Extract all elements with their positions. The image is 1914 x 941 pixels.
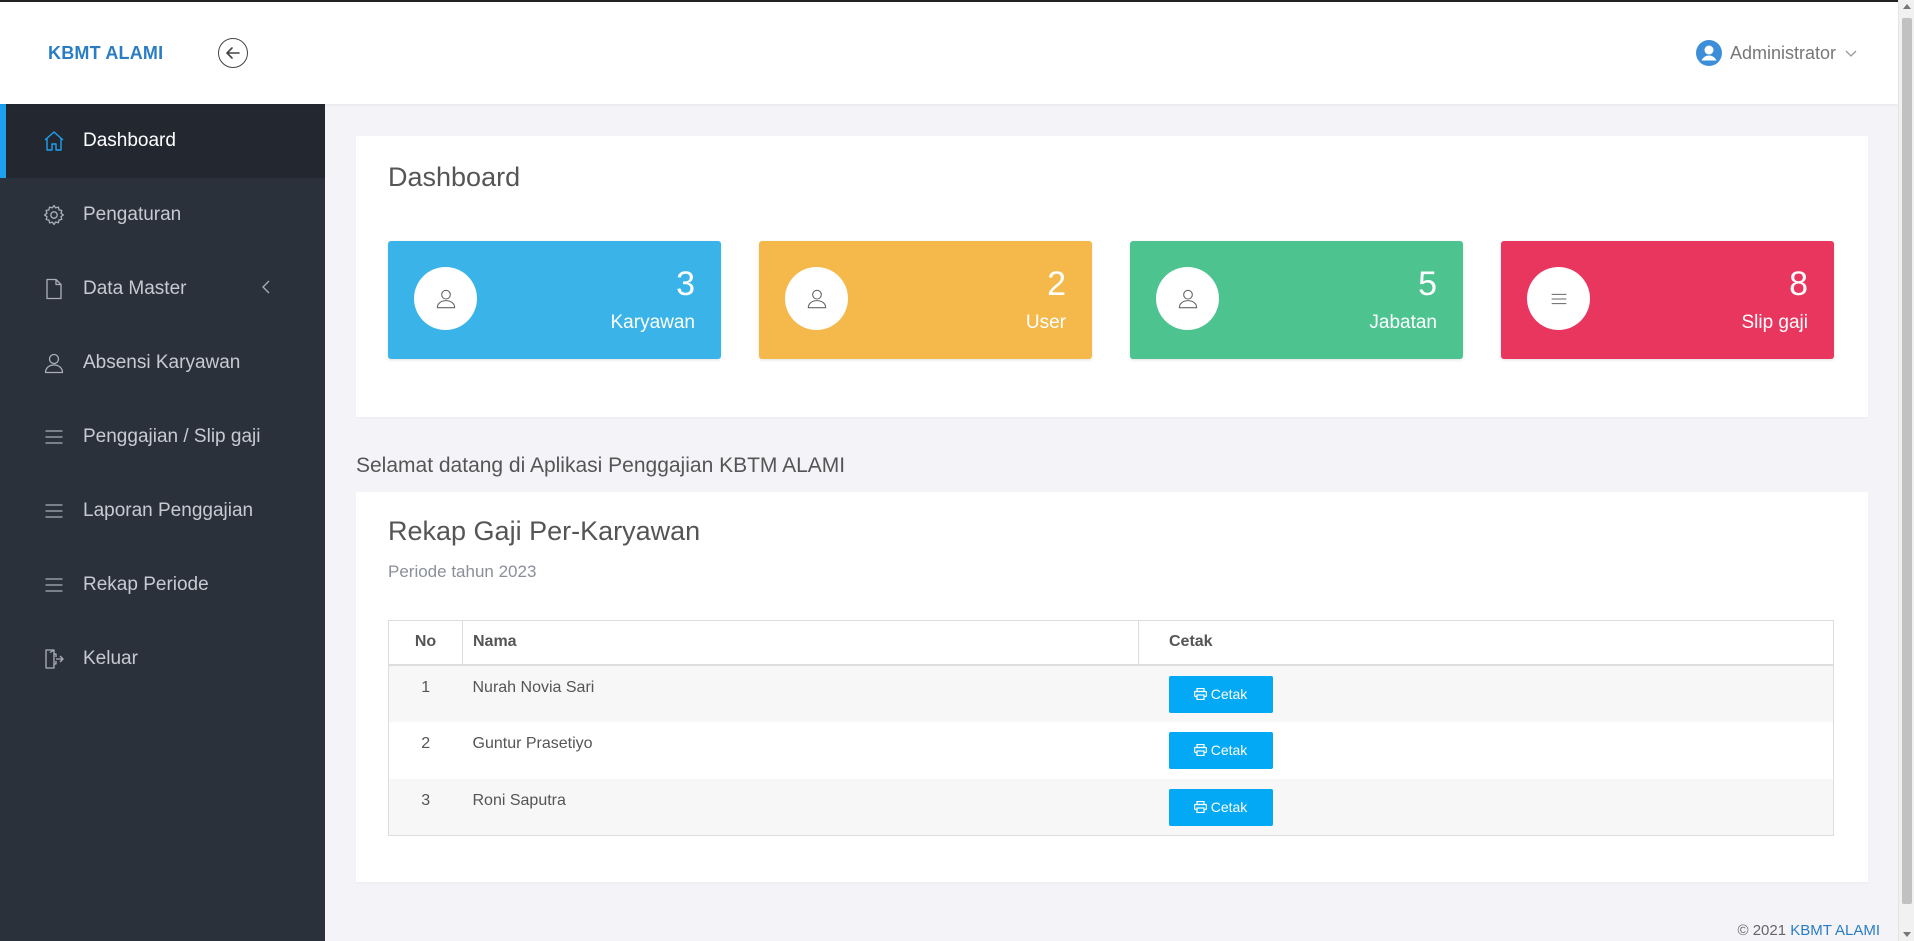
table-row: 3 Roni Saputra Cetak — [388, 778, 1834, 836]
cetak-button[interactable]: Cetak — [1168, 731, 1273, 769]
table-row: 1 Nurah Novia Sari Cetak — [388, 664, 1834, 722]
sidebar-item-label: Laporan Penggajian — [83, 500, 254, 521]
sidebar-item-label: Penggajian / Slip gaji — [83, 426, 261, 447]
stat-label: User — [1025, 312, 1066, 333]
user-icon — [785, 267, 848, 330]
cetak-button-label: Cetak — [1210, 799, 1248, 815]
stats-row: 3 Karyawan 2 User 5 Jabatan 8 Slip gaji — [388, 241, 1834, 359]
sidebar-item-data-master[interactable]: Data Master — [0, 252, 325, 326]
page-title: Dashboard — [388, 162, 521, 192]
sidebar-item-penggajian[interactable]: Penggajian / Slip gaji — [0, 400, 325, 474]
rekap-card: Rekap Gaji Per-Karyawan Periode tahun 20… — [356, 492, 1868, 882]
chevron-down-icon — [1845, 50, 1857, 57]
scroll-up-arrow-icon[interactable] — [1903, 4, 1911, 9]
menu-icon — [42, 425, 66, 449]
sidebar-item-absensi-karyawan[interactable]: Absensi Karyawan — [0, 326, 325, 400]
user-icon — [1156, 267, 1219, 330]
cell-cetak: Cetak — [1139, 722, 1834, 779]
cetak-button-label: Cetak — [1210, 686, 1248, 702]
welcome-text: Selamat datang di Aplikasi Penggajian KB… — [356, 454, 846, 477]
brand-logo[interactable]: KBMT ALAMI — [48, 43, 163, 64]
menu-icon — [42, 499, 66, 523]
sidebar-item-label: Dashboard — [83, 130, 176, 151]
footer-link[interactable]: KBMT ALAMI — [1790, 922, 1880, 939]
top-navbar: KBMT ALAMI Administrator — [0, 0, 1898, 104]
sidebar-item-label: Keluar — [83, 648, 138, 669]
file-icon — [42, 277, 66, 301]
user-icon — [414, 267, 477, 330]
stat-card-karyawan[interactable]: 3 Karyawan — [388, 241, 721, 359]
stat-card-slip-gaji[interactable]: 8 Slip gaji — [1501, 241, 1834, 359]
stat-value: 8 — [1789, 265, 1808, 303]
rekap-title: Rekap Gaji Per-Karyawan — [388, 516, 701, 546]
cell-cetak: Cetak — [1138, 664, 1834, 722]
column-header-cetak: Cetak — [1138, 620, 1834, 666]
stat-value: 5 — [1418, 265, 1437, 303]
cell-no: 3 — [388, 778, 463, 836]
arrow-left-icon — [226, 47, 240, 59]
cetak-button[interactable]: Cetak — [1168, 675, 1273, 713]
vertical-scrollbar[interactable] — [1898, 0, 1914, 941]
user-avatar-icon — [1695, 40, 1722, 66]
sidebar-item-label: Pengaturan — [83, 204, 182, 225]
user-name: Administrator — [1729, 42, 1836, 63]
sidebar-item-pengaturan[interactable]: Pengaturan — [0, 178, 325, 252]
sidebar-toggle-button[interactable] — [218, 38, 248, 68]
cell-nama: Roni Saputra — [462, 778, 1139, 836]
printer-icon — [1193, 744, 1207, 756]
printer-icon — [1193, 688, 1207, 700]
chevron-left-icon — [262, 280, 270, 294]
sidebar: Dashboard Pengaturan Data Master Absensi… — [0, 104, 325, 941]
cetak-button[interactable]: Cetak — [1168, 788, 1273, 826]
stat-label: Jabatan — [1369, 312, 1437, 333]
user-icon — [42, 351, 66, 375]
gear-icon — [42, 203, 66, 227]
logout-icon — [42, 647, 66, 671]
home-icon — [42, 129, 66, 153]
sidebar-item-dashboard[interactable]: Dashboard — [0, 104, 325, 178]
scroll-down-arrow-icon[interactable] — [1903, 932, 1911, 937]
scrollbar-thumb[interactable] — [1902, 18, 1912, 904]
sidebar-item-label: Data Master — [83, 278, 187, 299]
sidebar-item-laporan-penggajian[interactable]: Laporan Penggajian — [0, 474, 325, 548]
footer: © 2021 KBMT ALAMI — [1737, 922, 1880, 939]
table-header-row: No Nama Cetak — [388, 620, 1834, 666]
sidebar-item-label: Absensi Karyawan — [83, 352, 241, 373]
stat-label: Karyawan — [610, 312, 696, 333]
main-content: Dashboard 3 Karyawan 2 User 5 Jabatan 8 … — [356, 136, 1868, 417]
menu-icon — [42, 573, 66, 597]
menu-icon — [1527, 267, 1590, 330]
stat-value: 3 — [676, 265, 695, 303]
stat-value: 2 — [1047, 265, 1066, 303]
stat-card-user[interactable]: 2 User — [759, 241, 1092, 359]
column-header-nama: Nama — [462, 620, 1139, 666]
dashboard-card: Dashboard 3 Karyawan 2 User 5 Jabatan 8 … — [356, 136, 1868, 417]
printer-icon — [1193, 801, 1207, 813]
cell-nama: Guntur Prasetiyo — [472, 734, 593, 752]
rekap-table: No Nama Cetak 1 Nurah Novia Sari Cetak 2… — [388, 620, 1834, 836]
cetak-button-label: Cetak — [1210, 742, 1248, 758]
footer-copyright: © 2021 — [1737, 922, 1787, 939]
rekap-subtitle: Periode tahun 2023 — [388, 562, 537, 581]
sidebar-item-keluar[interactable]: Keluar — [0, 622, 325, 696]
table-row: 2 Guntur Prasetiyo Cetak — [389, 722, 1834, 779]
cell-no: 2 — [421, 734, 431, 752]
sidebar-item-label: Rekap Periode — [83, 574, 209, 595]
sidebar-item-rekap-periode[interactable]: Rekap Periode — [0, 548, 325, 622]
stat-label: Slip gaji — [1741, 312, 1808, 333]
stat-card-jabatan[interactable]: 5 Jabatan — [1130, 241, 1463, 359]
cell-nama: Nurah Novia Sari — [462, 664, 1139, 722]
user-menu[interactable]: Administrator — [1695, 40, 1858, 66]
cell-no: 1 — [388, 664, 463, 722]
column-header-no: No — [388, 620, 463, 666]
cell-cetak: Cetak — [1138, 778, 1834, 836]
